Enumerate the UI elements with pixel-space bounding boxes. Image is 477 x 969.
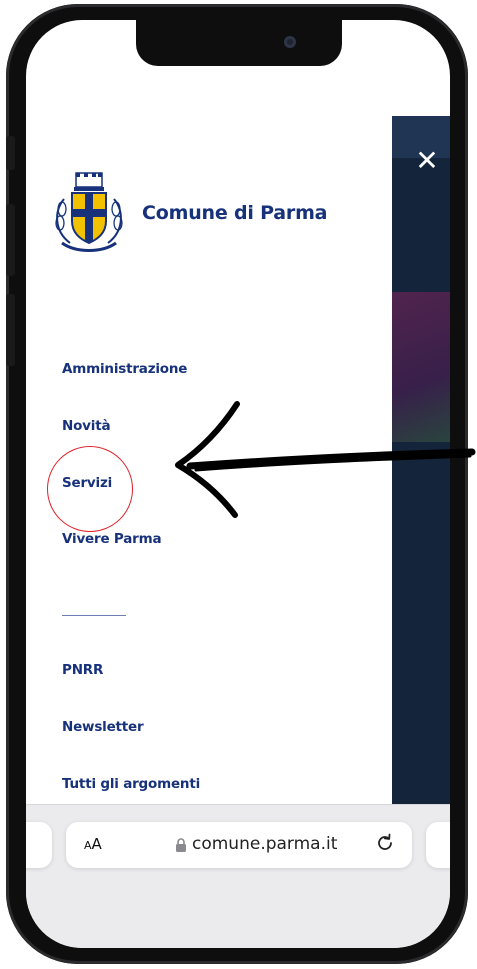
menu-item-amministrazione[interactable]: Amministrazione xyxy=(62,361,187,377)
next-tab-preview[interactable] xyxy=(426,822,450,868)
phone-notch xyxy=(136,20,342,66)
previous-tab-preview[interactable] xyxy=(26,822,52,868)
lock-icon xyxy=(176,838,186,852)
address-bar[interactable]: AA comune.parma.it xyxy=(66,822,412,868)
menu-item-novita[interactable]: Novità xyxy=(62,418,111,434)
menu-divider xyxy=(62,615,126,616)
navigation-drawer: Comune di Parma Amministrazione Novità S… xyxy=(26,116,392,812)
toolbar-separator xyxy=(26,804,450,805)
phone-screen: ✕ Comune di Parma Amministrazione Novità… xyxy=(26,20,450,948)
coat-of-arms-icon xyxy=(55,172,123,252)
brand-title: Comune di Parma xyxy=(142,202,328,224)
background-page xyxy=(392,116,450,812)
highlight-circle xyxy=(47,446,133,532)
mute-switch xyxy=(6,136,15,170)
menu-item-pnrr[interactable]: PNRR xyxy=(62,662,103,678)
background-banner-image xyxy=(392,292,450,442)
volume-down-button xyxy=(6,294,15,366)
browser-toolbar: AA comune.parma.it xyxy=(26,804,450,948)
volume-up-button xyxy=(6,204,15,276)
phone-frame: ✕ Comune di Parma Amministrazione Novità… xyxy=(6,4,468,964)
text-size-button[interactable]: AA xyxy=(84,835,102,853)
menu-item-vivere-parma[interactable]: Vivere Parma xyxy=(62,531,162,547)
url-text: comune.parma.it xyxy=(192,834,338,854)
reload-icon[interactable] xyxy=(374,832,396,854)
close-menu-icon[interactable]: ✕ xyxy=(414,147,440,175)
menu-item-newsletter[interactable]: Newsletter xyxy=(62,719,144,735)
brand-header[interactable]: Comune di Parma xyxy=(52,168,328,258)
menu-item-tutti-gli-argomenti[interactable]: Tutti gli argomenti xyxy=(62,776,200,792)
front-camera xyxy=(284,36,296,48)
